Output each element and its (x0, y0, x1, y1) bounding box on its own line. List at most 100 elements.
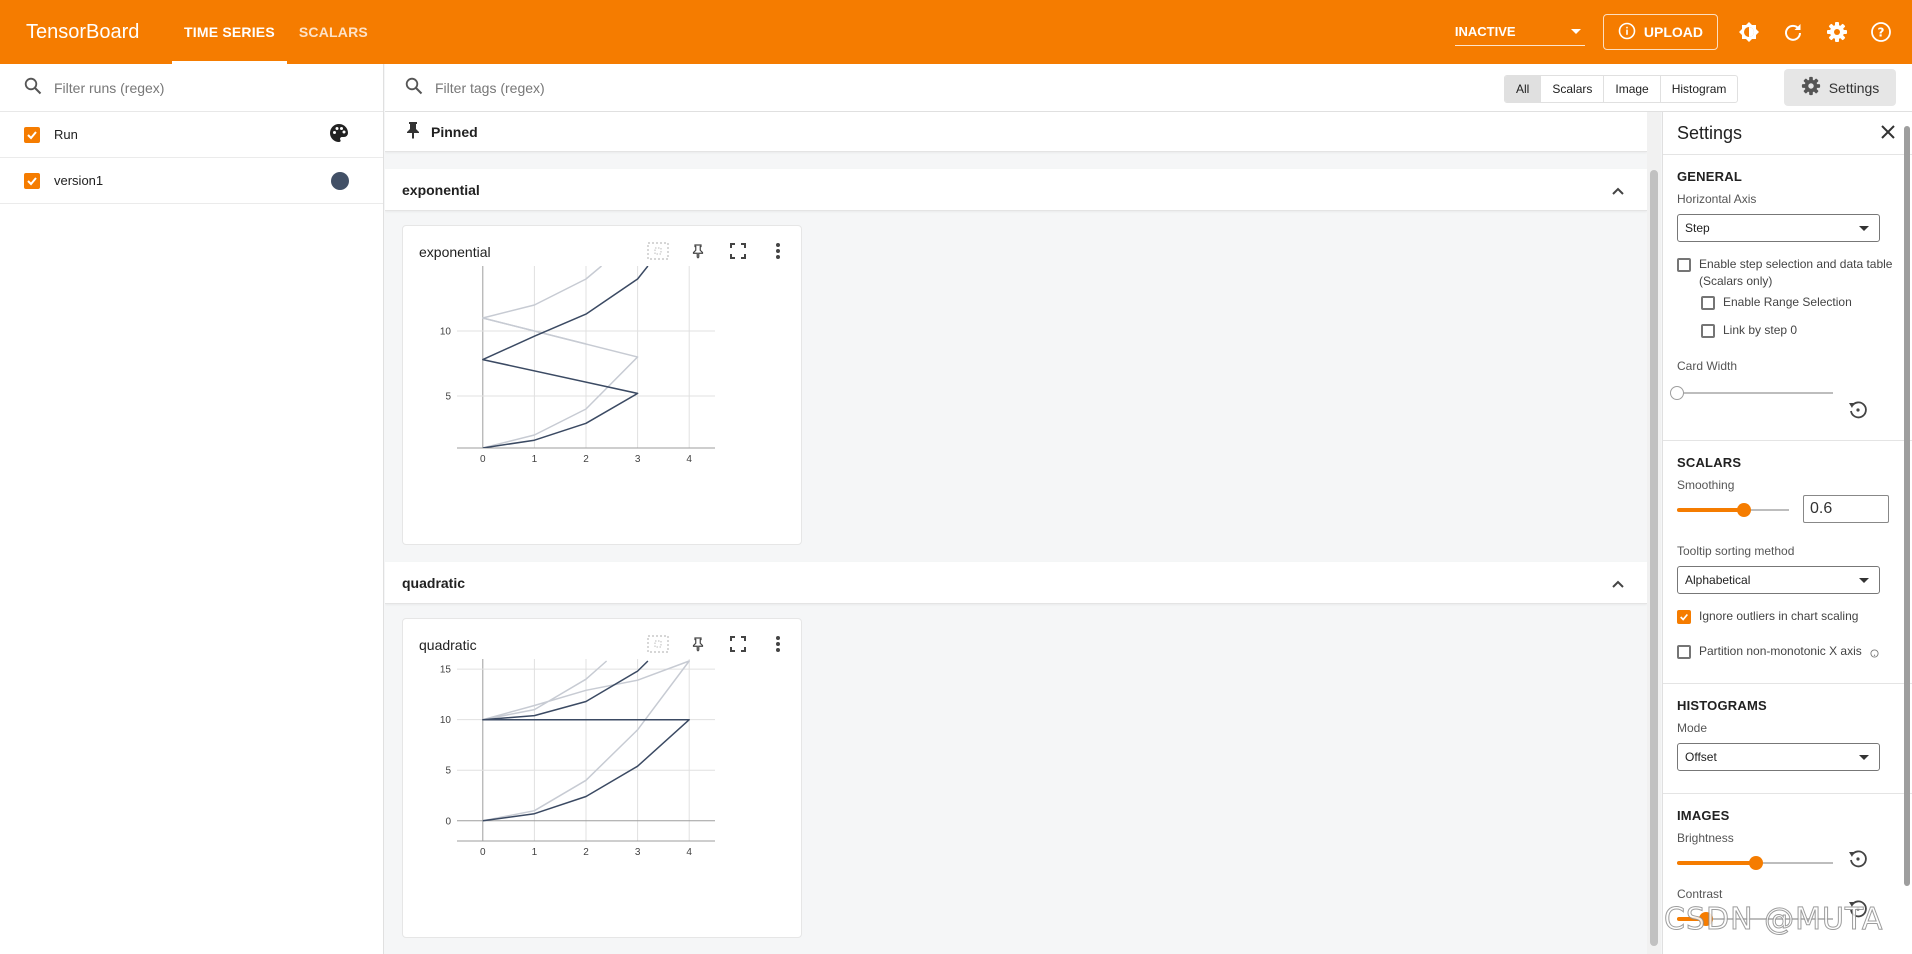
run-color-swatch[interactable] (331, 171, 349, 190)
x-tick-label: 4 (686, 847, 692, 858)
run-row-run[interactable]: Run (0, 112, 383, 158)
pinned-label: Pinned (431, 123, 478, 140)
top-app-bar: TensorBoard TIME SERIES SCALARS INACTIVE… (0, 0, 1912, 64)
partition-checkbox[interactable] (1677, 645, 1691, 659)
group-title: exponential (402, 181, 480, 198)
group-header-quadratic[interactable]: quadratic (385, 562, 1647, 604)
settings-button[interactable]: Settings (1784, 69, 1896, 106)
filter-image-button[interactable]: Image (1604, 76, 1661, 102)
x-tick-label: 1 (532, 454, 538, 465)
select-value: Alphabetical (1685, 573, 1751, 587)
x-tick-label: 0 (480, 454, 486, 465)
run-checkbox[interactable] (24, 172, 40, 189)
runs-panel: Filter runs (regex) Run version1 (0, 64, 384, 954)
app-brand: TensorBoard (26, 20, 140, 43)
select-value: Step (1685, 221, 1710, 235)
scalar-card-exponential: exponential 0 1 2 3 4 5 10 (402, 225, 802, 545)
cards-scrollbar[interactable] (1647, 112, 1661, 954)
x-tick-label: 4 (686, 454, 692, 465)
tag-filter[interactable]: Filter tags (regex) (385, 77, 545, 98)
link-step-checkbox[interactable] (1701, 324, 1715, 338)
info-icon (1618, 22, 1636, 43)
x-tick-label: 1 (532, 847, 538, 858)
brightness-label: Brightness (1677, 831, 1734, 845)
settings-scalars: SCALARS Smoothing 0.6 Tooltip sorting me… (1663, 440, 1912, 683)
smoothing-label: Smoothing (1677, 478, 1735, 492)
line-chart-quadratic[interactable]: 0 1 2 3 4 0 5 10 15 (403, 619, 803, 939)
help-icon[interactable] (1870, 646, 1879, 663)
run-label: version1 (54, 173, 104, 188)
group-title: quadratic (402, 574, 466, 591)
chevron-down-icon (1859, 225, 1869, 231)
line-chart-exponential[interactable]: 0 1 2 3 4 5 10 (403, 226, 803, 546)
histogram-mode-label: Mode (1677, 721, 1708, 735)
partition-option[interactable]: Partition non-monotonic X axis (1677, 643, 1898, 663)
tab-time-series[interactable]: TIME SERIES (172, 0, 287, 64)
histogram-mode-select[interactable]: Offset (1677, 743, 1880, 771)
series-line (482, 266, 639, 448)
settings-panel: Settings GENERAL Horizontal Axis Step En… (1662, 112, 1912, 954)
runs-filter[interactable]: Filter runs (regex) (0, 64, 383, 112)
pin-icon (405, 121, 421, 142)
reset-icon[interactable] (1847, 848, 1869, 870)
smoothing-slider[interactable] (1677, 500, 1789, 520)
x-tick-label: 3 (635, 454, 641, 465)
filter-histogram-button[interactable]: Histogram (1661, 76, 1738, 102)
ignore-outliers-checkbox[interactable] (1677, 610, 1691, 624)
ignore-outliers-option[interactable]: Ignore outliers in chart scaling (1677, 608, 1898, 625)
settings-general: GENERAL Horizontal Axis Step Enable step… (1663, 154, 1912, 440)
refresh-icon[interactable] (1780, 19, 1806, 45)
step-selection-checkbox[interactable] (1677, 258, 1691, 272)
slider-knob[interactable] (1749, 856, 1763, 870)
status-value: INACTIVE (1454, 24, 1516, 39)
filter-scalars-button[interactable]: Scalars (1541, 76, 1605, 102)
search-icon (405, 77, 423, 98)
help-icon[interactable]: ? (1868, 19, 1894, 45)
slider-knob[interactable] (1737, 503, 1751, 517)
tab-scalars[interactable]: SCALARS (287, 0, 380, 64)
chevron-up-icon[interactable] (1611, 183, 1625, 199)
tag-filter-input[interactable]: Filter tags (regex) (435, 80, 545, 96)
gear-icon (1801, 76, 1821, 99)
card-width-label: Card Width (1677, 359, 1738, 373)
horizontal-axis-label: Horizontal Axis (1677, 192, 1757, 206)
horizontal-axis-select[interactable]: Step (1677, 214, 1880, 242)
upload-label: UPLOAD (1643, 24, 1703, 40)
y-tick-label: 0 (445, 816, 451, 827)
chevron-up-icon[interactable] (1611, 576, 1625, 592)
filter-all-button[interactable]: All (1505, 76, 1542, 102)
palette-icon[interactable] (329, 123, 349, 146)
main-area: Filter tags (regex) All Scalars Image Hi… (385, 64, 1912, 954)
link-step-option[interactable]: Link by step 0 (1701, 322, 1898, 339)
run-row-version1[interactable]: version1 (0, 158, 383, 204)
section-title: IMAGES (1677, 808, 1730, 823)
chevron-down-icon (1859, 577, 1869, 583)
slider-knob[interactable] (1670, 386, 1684, 400)
group-header-exponential[interactable]: exponential (385, 169, 1647, 211)
run-label: Run (54, 127, 78, 142)
gear-icon[interactable] (1824, 19, 1850, 45)
status-select[interactable]: INACTIVE (1454, 18, 1585, 46)
search-icon (24, 77, 42, 98)
section-title: SCALARS (1677, 455, 1742, 470)
partition-label: Partition non-monotonic X axis (1699, 644, 1862, 658)
scrollbar-thumb[interactable] (1904, 126, 1910, 886)
close-icon[interactable] (1880, 124, 1896, 143)
range-selection-checkbox[interactable] (1701, 296, 1715, 310)
settings-title: Settings (1677, 122, 1743, 143)
x-tick-label: 2 (583, 454, 589, 465)
tooltip-sort-select[interactable]: Alphabetical (1677, 566, 1880, 594)
step-selection-text: Enable step selection and data table (Sca… (1699, 257, 1893, 288)
range-selection-option[interactable]: Enable Range Selection (1701, 294, 1898, 311)
series-line (482, 266, 649, 448)
run-checkbox[interactable] (24, 126, 40, 143)
runs-filter-input[interactable]: Filter runs (regex) (54, 80, 164, 96)
smoothing-input[interactable]: 0.6 (1803, 495, 1889, 523)
reset-icon[interactable] (1847, 399, 1869, 421)
scrollbar-thumb[interactable] (1650, 170, 1658, 946)
theme-toggle-icon[interactable] (1736, 19, 1762, 45)
settings-scrollbar[interactable] (1904, 120, 1910, 890)
step-selection-option[interactable]: Enable step selection and data table (Sca… (1677, 256, 1898, 290)
upload-button[interactable]: UPLOAD (1602, 14, 1718, 50)
scalar-card-quadratic: quadratic 0 1 2 3 4 0 5 10 15 (402, 618, 802, 938)
